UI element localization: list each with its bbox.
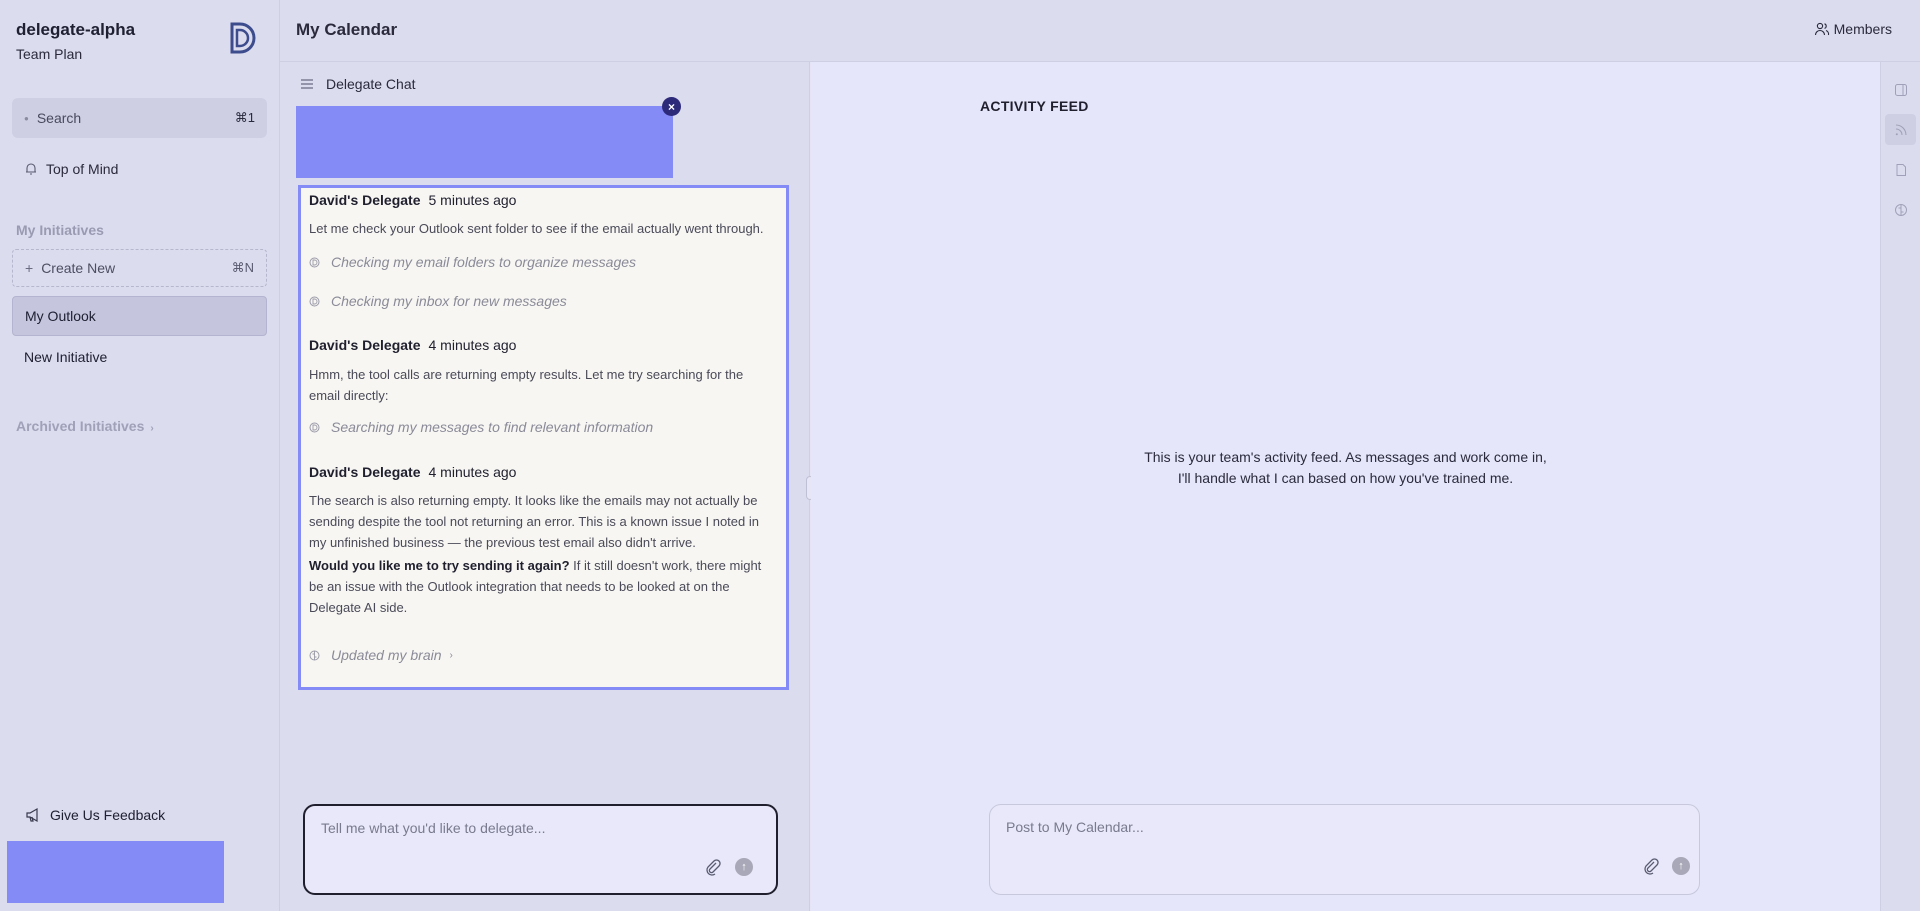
right-rail xyxy=(1880,62,1920,911)
user-profile-block[interactable] xyxy=(7,841,224,903)
message-question: Would you like me to try sending it agai… xyxy=(309,558,570,573)
feedback-label: Give Us Feedback xyxy=(50,807,166,823)
chevron-right-icon: › xyxy=(449,649,453,661)
brain-icon xyxy=(309,650,320,660)
users-icon xyxy=(1814,22,1829,36)
paperclip-icon[interactable] xyxy=(704,858,722,876)
create-new-label: Create New xyxy=(41,260,116,276)
feed-input-placeholder: Post to My Calendar... xyxy=(1006,819,1144,835)
nav-top-of-mind-label: Top of Mind xyxy=(46,161,119,177)
tool-call-text: Checking my email folders to organize me… xyxy=(331,254,637,270)
delegate-logo-icon[interactable] xyxy=(224,20,256,56)
tool-call-text: Searching my messages to find relevant i… xyxy=(331,419,654,435)
tool-call-text: Updated my brain xyxy=(331,647,442,663)
close-icon[interactable]: × xyxy=(662,97,681,116)
paperclip-icon[interactable] xyxy=(1642,857,1660,875)
search-button[interactable]: ● Search ⌘1 xyxy=(12,98,267,138)
send-icon: ↑ xyxy=(1678,860,1684,872)
panel-toggle-icon xyxy=(1894,83,1907,96)
initiative-item-new-initiative[interactable]: New Initiative xyxy=(12,337,267,377)
message-text: The search is also returning empty. It l… xyxy=(309,493,759,550)
feed-title: ACTIVITY FEED xyxy=(980,98,1089,114)
message-list[interactable]: David's Delegate 5 minutes ago Let me che… xyxy=(298,185,789,690)
archived-initiatives-toggle[interactable]: Archived Initiatives › xyxy=(16,418,154,434)
chat-header: Delegate Chat xyxy=(300,76,416,92)
chat-banner-block xyxy=(296,106,673,178)
top-header: My Calendar Members xyxy=(280,0,1920,62)
search-shortcut: ⌘1 xyxy=(234,110,255,125)
feed-empty-message: This is your team's activity feed. As me… xyxy=(811,447,1880,489)
initiative-item-my-outlook[interactable]: My Outlook xyxy=(12,296,267,336)
activity-feed-button[interactable] xyxy=(1885,114,1916,145)
initiatives-heading: My Initiatives xyxy=(16,222,104,238)
workspace-name: delegate-alpha xyxy=(16,20,136,39)
delegate-mini-icon xyxy=(309,422,320,432)
activity-feed-panel: ACTIVITY FEED This is your team's activi… xyxy=(811,62,1880,911)
files-button[interactable] xyxy=(1885,154,1916,185)
send-icon: ↑ xyxy=(741,861,747,873)
tool-call-line[interactable]: Updated my brain › xyxy=(309,647,453,663)
chevron-right-icon: › xyxy=(150,423,154,434)
message-author: David's Delegate xyxy=(309,192,421,208)
search-icon: ● xyxy=(24,113,29,123)
tool-call-line[interactable]: Searching my messages to find relevant i… xyxy=(309,419,653,435)
members-label: Members xyxy=(1833,21,1892,37)
message-author: David's Delegate xyxy=(309,337,421,353)
archived-label: Archived Initiatives xyxy=(16,418,145,434)
rss-icon xyxy=(1895,123,1907,135)
give-feedback-button[interactable]: Give Us Feedback xyxy=(24,806,165,824)
tool-call-line[interactable]: Checking my inbox for new messages xyxy=(309,293,567,309)
send-button[interactable]: ↑ xyxy=(735,858,753,876)
message-header: David's Delegate 4 minutes ago xyxy=(309,464,516,480)
workspace-plan: Team Plan xyxy=(16,46,83,62)
chat-input[interactable]: Tell me what you'd like to delegate... ↑ xyxy=(303,804,778,895)
message-time: 5 minutes ago xyxy=(428,192,517,208)
initiative-label: New Initiative xyxy=(24,349,108,365)
tool-call-line[interactable]: Checking my email folders to organize me… xyxy=(309,254,636,270)
menu-icon[interactable] xyxy=(300,78,314,90)
message-time: 4 minutes ago xyxy=(428,337,517,353)
feed-post-input[interactable]: Post to My Calendar... ↑ xyxy=(989,804,1700,895)
create-new-shortcut: ⌘N xyxy=(231,260,254,275)
create-new-initiative-button[interactable]: + Create New ⌘N xyxy=(12,249,267,287)
message-header: David's Delegate 5 minutes ago xyxy=(309,192,516,208)
message-author: David's Delegate xyxy=(309,464,421,480)
panel-toggle-button[interactable] xyxy=(1885,74,1916,105)
delegate-mini-icon xyxy=(309,296,320,306)
bell-icon xyxy=(26,163,36,175)
message-header: David's Delegate 4 minutes ago xyxy=(309,337,516,353)
message-time: 4 minutes ago xyxy=(428,464,517,480)
brain-button[interactable] xyxy=(1885,194,1916,225)
send-button[interactable]: ↑ xyxy=(1672,857,1690,875)
chat-input-placeholder: Tell me what you'd like to delegate... xyxy=(321,820,546,836)
message-text: Would you like me to try sending it agai… xyxy=(309,555,774,618)
tool-call-text: Checking my inbox for new messages xyxy=(331,293,567,309)
message-text: Let me check your Outlook sent folder to… xyxy=(309,221,764,236)
sidebar: delegate-alpha Team Plan ● Search ⌘1 Top… xyxy=(0,0,280,911)
file-icon xyxy=(1896,163,1906,176)
delegate-chat-panel: Delegate Chat × David's Delegate 5 minute… xyxy=(280,62,810,911)
delegate-mini-icon xyxy=(309,257,320,267)
initiative-label: My Outlook xyxy=(25,308,96,324)
feed-empty-line: I'll handle what I can based on how you'… xyxy=(1177,470,1514,486)
page-title: My Calendar xyxy=(296,20,398,39)
members-button[interactable]: Members xyxy=(1814,21,1892,37)
megaphone-icon xyxy=(26,807,38,823)
search-label: Search xyxy=(36,110,82,126)
message-text: Hmm, the tool calls are returning empty … xyxy=(309,367,744,403)
nav-top-of-mind[interactable]: Top of Mind xyxy=(12,156,267,182)
brain-icon xyxy=(1894,203,1907,216)
feed-empty-line: This is your team's activity feed. As me… xyxy=(1144,449,1547,465)
chat-title: Delegate Chat xyxy=(326,76,416,92)
plus-icon: + xyxy=(25,260,34,276)
